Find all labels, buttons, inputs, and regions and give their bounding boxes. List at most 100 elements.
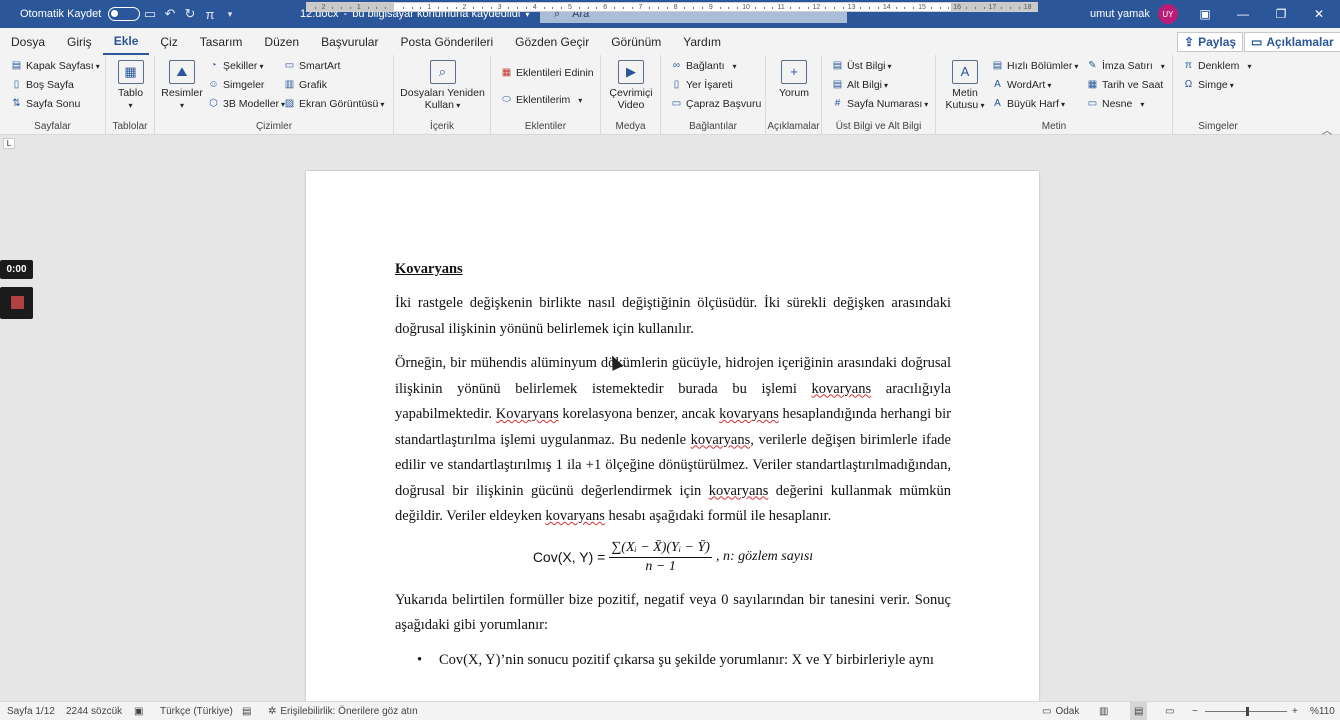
cover-page-button[interactable]: ▤ Kapak Sayfası ▾ xyxy=(10,60,100,72)
document-body[interactable]: Kovaryans İki rastgele değişkenin birlik… xyxy=(395,257,951,682)
tab-basvurular[interactable]: Başvurular xyxy=(310,28,389,55)
minimize-icon[interactable]: — xyxy=(1224,7,1262,21)
zoom-slider-handle[interactable] xyxy=(1246,707,1249,716)
tab-duzen[interactable]: Düzen xyxy=(253,28,310,55)
ruler-number: 16 xyxy=(953,4,962,11)
icons-button[interactable]: ☺ Simgeler xyxy=(207,79,264,91)
macro-icon[interactable]: ▤ xyxy=(242,702,251,720)
focus-mode-button[interactable]: ▭ Odak xyxy=(1042,702,1079,720)
ruler-number: 2 xyxy=(462,4,467,11)
equation-button[interactable]: π Denklem ▾ xyxy=(1182,60,1251,72)
avatar[interactable]: UY xyxy=(1157,4,1178,24)
cross-reference-button[interactable]: ▭ Çapraz Başvuru xyxy=(670,98,762,110)
group-comments: + Yorum Açıklamalar xyxy=(766,55,822,135)
ruler-tick xyxy=(983,7,985,9)
3d-models-button[interactable]: ⬡ 3B Modeller ▾ xyxy=(207,98,285,110)
ruler-tick xyxy=(552,7,554,9)
quick-parts-button[interactable]: ▤ Hızlı Bölümler ▾ xyxy=(991,60,1079,72)
text-box-line1: Metin xyxy=(952,87,978,99)
ruler-number: 18 xyxy=(1023,4,1032,11)
tab-ekle[interactable]: Ekle xyxy=(102,28,150,55)
tab-yardim[interactable]: Yardım xyxy=(672,28,732,55)
footer-button[interactable]: ▤ Alt Bilgi ▾ xyxy=(831,79,888,91)
omega-icon: Ω xyxy=(1184,79,1193,90)
tab-gozden-gecir[interactable]: Gözden Geçir xyxy=(504,28,600,55)
proofing-icon[interactable]: ▣ xyxy=(134,702,143,720)
undo-icon[interactable]: ↶ xyxy=(160,6,180,22)
page-break-button[interactable]: ⇅ Sayfa Sonu xyxy=(10,98,80,110)
close-icon[interactable]: ✕ xyxy=(1300,7,1338,21)
link-button[interactable]: ∞ Bağlantı ▾ xyxy=(670,60,737,72)
autosave-toggle[interactable] xyxy=(108,7,141,21)
group-label: Tablolar xyxy=(112,121,148,132)
date-time-button[interactable]: ▦ Tarih ve Saat xyxy=(1086,79,1164,91)
drop-cap-button[interactable]: A Büyük Harf ▾ xyxy=(991,98,1065,110)
share-button[interactable]: ⇪ Paylaş xyxy=(1177,32,1244,52)
ruler-tick xyxy=(658,7,659,9)
zoom-out-icon[interactable]: − xyxy=(1192,702,1198,720)
page-number-button[interactable]: # Sayfa Numarası ▾ xyxy=(831,98,929,110)
comment-button[interactable]: + Yorum xyxy=(770,60,818,99)
pictures-button[interactable]: ⛰ Resimler ▾ xyxy=(161,60,203,112)
customize-qat-icon[interactable]: ▾ xyxy=(220,9,240,20)
ruler-tick xyxy=(402,7,404,9)
tab-ciz[interactable]: Çiz xyxy=(149,28,188,55)
print-layout-icon[interactable]: ▤ xyxy=(1130,702,1148,720)
touch-mode-icon[interactable]: π xyxy=(200,7,220,22)
blank-page-button[interactable]: ▯ Boş Sayfa xyxy=(10,79,74,91)
tab-gorunum[interactable]: Görünüm xyxy=(600,28,672,55)
signature-line-button[interactable]: ✎ İmza Satırı ▾ xyxy=(1086,60,1164,72)
group-label: Simgeler xyxy=(1198,121,1238,132)
page-counter[interactable]: Sayfa 1/12 xyxy=(7,702,55,720)
header-button[interactable]: ▤ Üst Bilgi ▾ xyxy=(831,60,892,72)
read-mode-icon[interactable]: ▥ xyxy=(1099,702,1108,720)
horizontal-ruler[interactable]: 2 1 1 2 3 4 5 6 7 8 9 10 11 12 13 14 15 16 17 18 xyxy=(306,2,1038,12)
web-layout-icon[interactable]: ▭ xyxy=(1165,702,1174,720)
tab-posta[interactable]: Posta Gönderileri xyxy=(389,28,504,55)
ruler-tick xyxy=(376,7,378,9)
group-header-footer: ▤ Üst Bilgi ▾ ▤ Alt Bilgi ▾ # Sayfa Numarası ▾… xyxy=(822,55,936,135)
reuse-files-button[interactable]: ⌕ Dosyaları Yeniden Kullan ▾ xyxy=(396,60,489,112)
chart-label: Grafik xyxy=(299,79,328,91)
get-addins-button[interactable]: ▦ Eklentileri Edinin xyxy=(500,67,594,79)
wordart-button[interactable]: A WordArt ▾ xyxy=(991,79,1051,91)
tab-giris[interactable]: Giriş xyxy=(56,28,103,55)
store-icon: ▦ xyxy=(501,67,512,78)
cross-reference-icon: ▭ xyxy=(671,98,682,109)
zoom-in-icon[interactable]: + xyxy=(1292,702,1298,720)
quick-parts-icon: ▤ xyxy=(992,60,1003,71)
zoom-level[interactable]: %110 xyxy=(1310,702,1335,720)
redo-icon[interactable]: ↻ xyxy=(180,6,200,22)
collapse-ribbon-icon[interactable]: ︿ xyxy=(1322,122,1332,137)
pi-icon: π xyxy=(1185,60,1192,71)
symbol-button[interactable]: Ω Simge ▾ xyxy=(1182,79,1234,91)
bookmark-button[interactable]: ▯ Yer İşareti xyxy=(670,79,733,91)
online-video-button[interactable]: ▶ Çevrimiçi Video xyxy=(605,60,657,111)
heading-kovaryans: Kovaryans xyxy=(395,261,463,277)
stop-recording-button[interactable] xyxy=(0,287,33,319)
chart-button[interactable]: ▥ Grafik xyxy=(283,79,327,91)
language[interactable]: Türkçe (Türkiye) xyxy=(160,702,233,720)
restore-icon[interactable]: ❐ xyxy=(1262,7,1300,21)
paragraph-3: Yukarıda belirtilen formüller bize pozit… xyxy=(395,591,951,634)
tab-tasarim[interactable]: Tasarım xyxy=(189,28,254,55)
smartart-button[interactable]: ▭ SmartArt xyxy=(283,60,341,72)
save-icon[interactable]: ▭ xyxy=(140,6,160,22)
screenshot-button[interactable]: ▨ Ekran Görüntüsü ▾ xyxy=(283,98,385,110)
text-box-button[interactable]: A Metin Kutusu ▾ xyxy=(942,60,988,112)
object-button[interactable]: ▭ Nesne ▾ xyxy=(1086,98,1145,110)
shapes-button[interactable]: ◔ Şekiller ▾ xyxy=(207,60,263,72)
autosave[interactable]: Otomatik Kaydet xyxy=(20,0,141,28)
accessibility-status[interactable]: ✲ Erişilebilirlik: Önerilere göz atın xyxy=(268,702,418,720)
table-button[interactable]: ▦ Tablo ▾ xyxy=(114,60,147,112)
my-addins-button[interactable]: ⬭ Eklentilerim ▾ xyxy=(500,94,582,106)
word-count[interactable]: 2244 sözcük xyxy=(66,702,122,720)
ruler-area xyxy=(0,136,1340,150)
document-page[interactable]: Kovaryans İki rastgele değişkenin birlik… xyxy=(306,171,1039,711)
ruler-tick xyxy=(763,7,765,9)
tab-dosya[interactable]: Dosya xyxy=(0,28,56,55)
tab-selector[interactable]: L xyxy=(3,138,15,149)
ribbon-display-icon[interactable]: ▣ xyxy=(1186,7,1224,21)
comments-button[interactable]: ▭ Açıklamalar xyxy=(1244,32,1340,52)
user-name[interactable]: umut yamak xyxy=(1090,8,1150,20)
